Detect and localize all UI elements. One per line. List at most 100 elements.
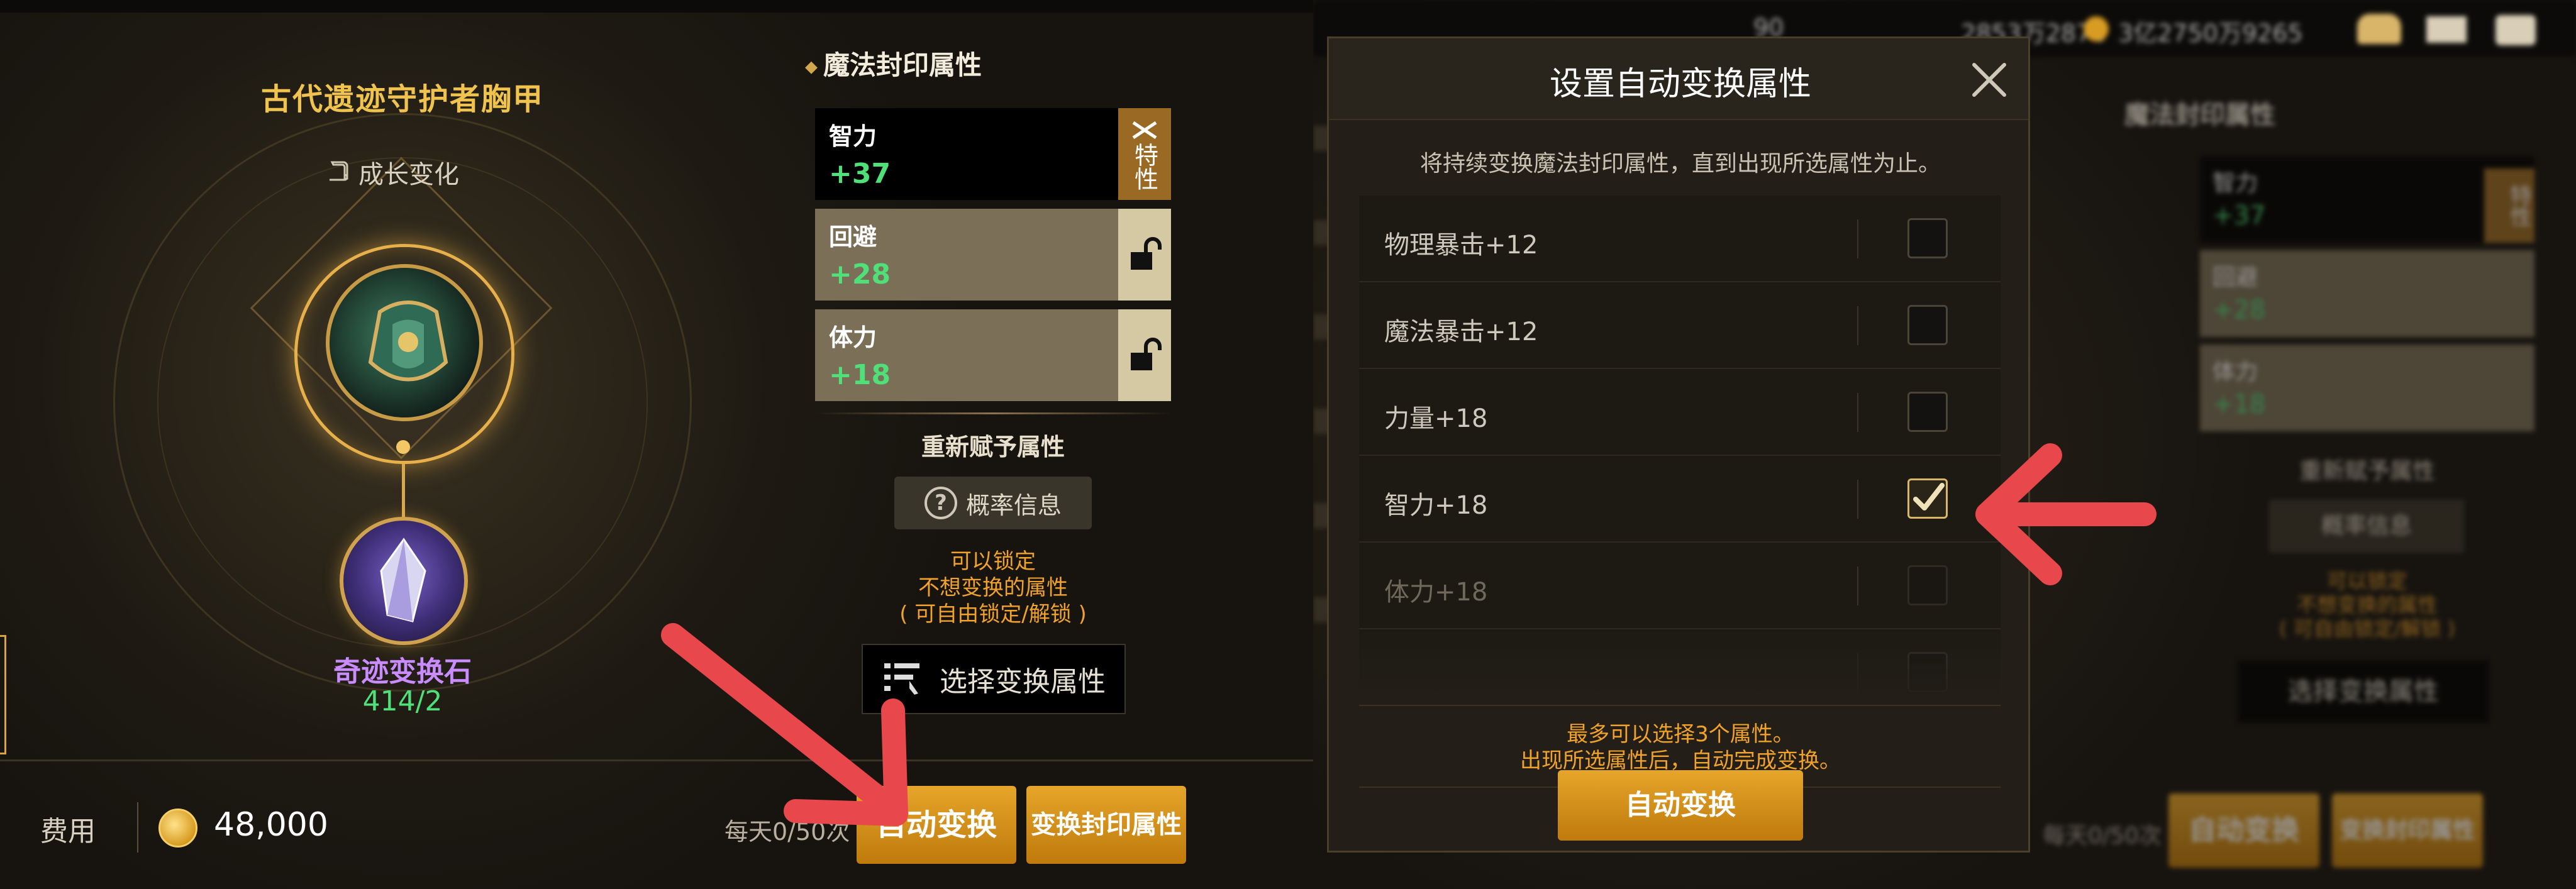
option-label: 智力+18 bbox=[1384, 491, 1488, 520]
red-arrow-annotation bbox=[1975, 443, 2157, 585]
option-checkbox-checked[interactable] bbox=[1907, 478, 1948, 519]
option-checkbox[interactable] bbox=[1907, 392, 1948, 432]
select-attr-label: 选择变换属性 bbox=[940, 666, 1106, 698]
bg-daily-count: 每天0/50次 bbox=[2043, 823, 2162, 849]
attr-row-stamina[interactable]: 体力 +18 bbox=[815, 309, 1171, 401]
section-title-text: 魔法封印属性 bbox=[823, 50, 982, 80]
unlock-icon bbox=[1131, 237, 1162, 270]
item-icon[interactable] bbox=[326, 264, 483, 421]
trait-label: 特性 bbox=[1130, 143, 1158, 190]
modal-header: 设置自动变换属性 bbox=[1329, 38, 2028, 120]
checkmark-icon bbox=[1913, 483, 1945, 511]
bg-probability-button: 概率信息 bbox=[2269, 500, 2464, 553]
probability-button[interactable]: ? 概率信息 bbox=[894, 477, 1092, 529]
lock-toggle[interactable] bbox=[1118, 209, 1171, 301]
option-label: 体力+18 bbox=[1384, 578, 1488, 607]
option-checkbox[interactable] bbox=[1907, 218, 1948, 258]
attr-body: 智力 +37 bbox=[815, 108, 1118, 200]
reassign-label: 重新赋予属性 bbox=[921, 433, 1065, 461]
option-list[interactable]: 物理暴击+12 魔法暴击+12 力量+18 智力+18 体力+18 bbox=[1359, 196, 2001, 705]
bg-select-attr-button: 选择变换属性 bbox=[2238, 660, 2489, 723]
attr-row-evasion[interactable]: 回避 +28 bbox=[815, 209, 1171, 301]
red-arrow-annotation bbox=[661, 623, 908, 826]
attr-body: 回避 +28 bbox=[815, 209, 1118, 301]
attr-name: 智力 bbox=[829, 123, 877, 150]
bg-lock-hint-line: ( 可自由锁定/解锁 ) bbox=[2279, 617, 2456, 641]
option-row-selected[interactable]: 智力+18 bbox=[1359, 456, 2001, 543]
bg-section-title: 魔法封印属性 bbox=[2124, 101, 2275, 130]
item-title: 古代遗迹守护者胸甲 bbox=[260, 82, 544, 117]
lock-toggle[interactable] bbox=[1118, 309, 1171, 401]
modal-title: 设置自动变换属性 bbox=[1549, 65, 1811, 103]
bg-attr-name: 体力 bbox=[2212, 359, 2258, 385]
material-name: 奇迹变换石 bbox=[333, 656, 472, 688]
option-divider bbox=[1857, 480, 1858, 519]
option-label: 物理暴击+12 bbox=[1384, 231, 1538, 260]
attr-row-int[interactable]: 智力 +37 特性 bbox=[815, 108, 1171, 200]
screenshot-root: 古代遗迹守护者胸甲 成长变化 奇迹变换石 414/2 ◆ 魔法封印属性 智力 +… bbox=[0, 0, 2576, 889]
auto-transform-modal: 设置自动变换属性 将持续变换魔法封印属性，直到出现所选属性为止。 物理暴击+12… bbox=[1327, 36, 2030, 853]
transform-seal-button[interactable]: 变换封印属性 bbox=[1026, 786, 1186, 864]
option-list-fade bbox=[1359, 629, 2001, 705]
option-divider bbox=[1857, 393, 1858, 432]
connector-dot bbox=[396, 440, 410, 454]
bg-auto-button: 自动变换 bbox=[2168, 793, 2319, 868]
question-icon: ? bbox=[924, 487, 957, 519]
option-row[interactable]: 物理暴击+12 bbox=[1359, 196, 2001, 282]
top-strip bbox=[0, 0, 1313, 13]
material-icon[interactable] bbox=[340, 517, 468, 645]
left-edge-tab[interactable] bbox=[0, 635, 6, 754]
crystal-icon bbox=[380, 538, 426, 622]
probability-label: 概率信息 bbox=[965, 491, 1062, 519]
left-panel: 古代遗迹守护者胸甲 成长变化 奇迹变换石 414/2 ◆ 魔法封印属性 智力 +… bbox=[0, 0, 1313, 889]
bg-attr-name: 智力 bbox=[2212, 170, 2258, 196]
bg-transform-button: 变换封印属性 bbox=[2332, 793, 2483, 868]
bg-trait-label: 特性 bbox=[2484, 168, 2534, 243]
modal-divider bbox=[1359, 705, 2001, 706]
growth-change-label: 成长变化 bbox=[358, 160, 459, 189]
bg-attr-value: +28 bbox=[2212, 295, 2266, 324]
close-icon bbox=[1972, 63, 2006, 97]
unlock-icon bbox=[1131, 338, 1162, 370]
growth-change-link[interactable]: 成长变化 bbox=[327, 153, 478, 191]
option-label: 魔法暴击+12 bbox=[1384, 318, 1538, 346]
bg-lock-hint-line: 可以锁定 bbox=[2326, 569, 2407, 593]
bg-attr-name: 回避 bbox=[2212, 265, 2258, 290]
close-button[interactable] bbox=[1965, 56, 2013, 104]
option-row[interactable]: 力量+18 bbox=[1359, 369, 2001, 456]
modal-auto-transform-button[interactable]: 自动变换 bbox=[1558, 770, 1803, 841]
bg-attr-row: 智力 +37 特性 bbox=[2200, 156, 2534, 243]
attr-name: 回避 bbox=[829, 223, 877, 251]
attr-name: 体力 bbox=[829, 324, 877, 351]
modal-subtitle: 将持续变换魔法封印属性，直到出现所选属性为止。 bbox=[1419, 151, 1941, 177]
option-label: 力量+18 bbox=[1384, 404, 1488, 433]
attr-value: +18 bbox=[829, 359, 891, 391]
material-count: 414/2 bbox=[362, 685, 443, 717]
bg-lock-hint-line: 不想变换的属性 bbox=[2296, 593, 2438, 617]
bg-attr-row: 回避 +28 bbox=[2200, 250, 2534, 337]
gold-coin-icon bbox=[158, 809, 197, 848]
bg-lock-hint: 可以锁定 不想变换的属性 ( 可自由锁定/解锁 ) bbox=[2200, 569, 2534, 641]
trait-badge: 特性 bbox=[1118, 108, 1171, 200]
bg-reassign-label: 重新赋予属性 bbox=[2299, 458, 2435, 484]
attr-value: +37 bbox=[829, 158, 891, 190]
lock-hint-line: 可以锁定 bbox=[950, 549, 1036, 574]
cost-divider bbox=[137, 802, 138, 853]
option-row[interactable]: 魔法暴击+12 bbox=[1359, 282, 2001, 369]
modal-note-line: 最多可以选择3个属性。 bbox=[1567, 722, 1794, 747]
option-divider bbox=[1857, 566, 1858, 605]
scroll-icon bbox=[327, 158, 352, 186]
cost-value: 48,000 bbox=[214, 806, 328, 844]
option-divider bbox=[1857, 306, 1858, 345]
shuffle-icon bbox=[1132, 121, 1157, 140]
attr-body: 体力 +18 bbox=[815, 309, 1118, 401]
option-row-disabled: 体力+18 bbox=[1359, 543, 2001, 629]
cost-label: 费用 bbox=[40, 815, 96, 848]
option-checkbox bbox=[1907, 565, 1948, 605]
bg-attr-value: +37 bbox=[2212, 201, 2266, 230]
bg-attr-row: 体力 +18 bbox=[2200, 345, 2534, 431]
lock-hint-line: 不想变换的属性 bbox=[918, 575, 1068, 600]
attr-divider bbox=[815, 412, 1171, 414]
option-divider bbox=[1857, 219, 1858, 258]
option-checkbox[interactable] bbox=[1907, 305, 1948, 345]
